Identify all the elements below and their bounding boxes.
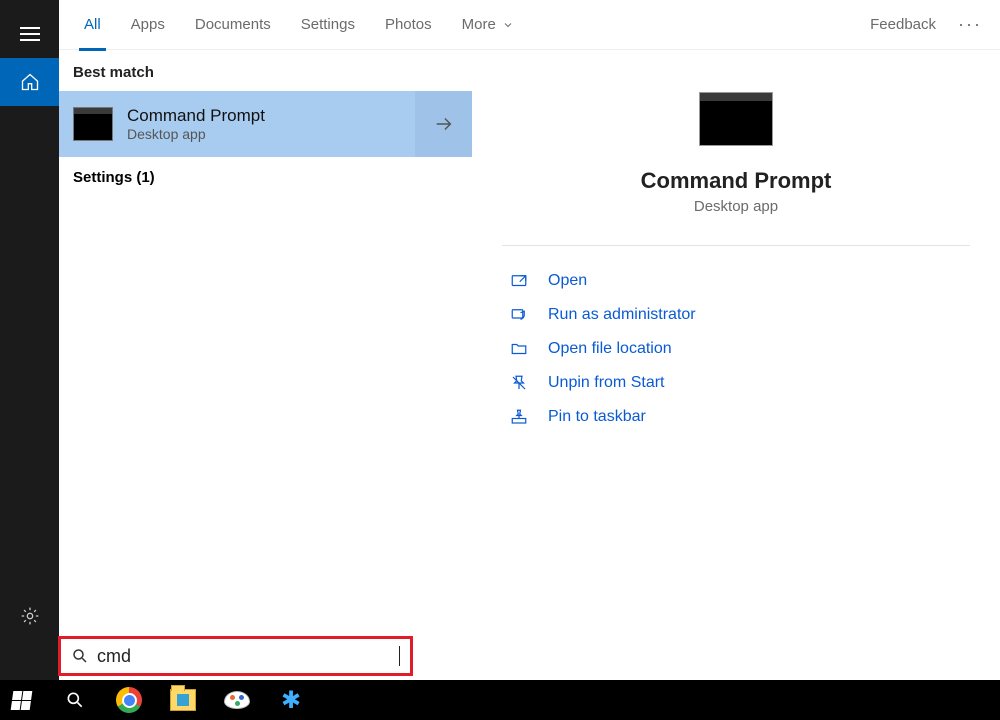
chevron-down-icon (502, 19, 514, 31)
search-icon (71, 647, 89, 665)
folder-icon (508, 340, 530, 358)
command-prompt-large-icon (699, 92, 773, 146)
details-subtitle: Desktop app (694, 198, 778, 215)
arrow-right-icon (433, 113, 455, 135)
taskbar-paint[interactable] (222, 685, 252, 715)
open-icon (508, 272, 530, 290)
result-row-command-prompt: Command Prompt Desktop app (59, 91, 472, 157)
actions-list: Open Run as administrator Open file loca… (502, 264, 970, 434)
tab-all[interactable]: All (69, 0, 116, 50)
result-subtitle: Desktop app (127, 126, 265, 142)
feedback-link[interactable]: Feedback (856, 16, 950, 33)
action-run-admin-label: Run as administrator (548, 306, 696, 324)
paint-palette-icon (224, 691, 250, 709)
search-input[interactable] (97, 646, 399, 667)
settings-group[interactable]: Settings (1) (59, 157, 472, 198)
windows-logo-icon (10, 691, 32, 710)
action-open-location[interactable]: Open file location (502, 332, 970, 366)
action-unpin-start-label: Unpin from Start (548, 374, 664, 392)
tab-more-label: More (462, 16, 496, 33)
action-pin-taskbar[interactable]: Pin to taskbar (502, 400, 970, 434)
tab-settings[interactable]: Settings (286, 0, 370, 50)
text-cursor (399, 646, 400, 666)
taskbar-chrome[interactable] (114, 685, 144, 715)
results-panel: Best match Command Prompt Desktop app Se… (59, 50, 472, 680)
gear-icon (20, 606, 40, 626)
tab-more[interactable]: More (447, 0, 529, 50)
command-prompt-icon (73, 107, 113, 141)
action-open-location-label: Open file location (548, 340, 672, 358)
chrome-icon (116, 687, 142, 713)
taskbar-app[interactable]: ✱ (276, 685, 306, 715)
best-match-header: Best match (59, 50, 472, 91)
action-pin-taskbar-label: Pin to taskbar (548, 408, 646, 426)
result-title: Command Prompt (127, 106, 265, 126)
action-unpin-start[interactable]: Unpin from Start (502, 366, 970, 400)
search-icon (65, 690, 85, 710)
tab-apps[interactable]: Apps (116, 0, 180, 50)
result-expand-button[interactable] (415, 91, 472, 157)
divider (502, 245, 970, 246)
search-box-highlight (58, 636, 413, 676)
result-item[interactable]: Command Prompt Desktop app (59, 91, 415, 157)
taskbar-file-explorer[interactable] (168, 685, 198, 715)
sidebar-settings-button[interactable] (0, 592, 59, 640)
file-explorer-icon (170, 689, 196, 711)
hamburger-icon (20, 27, 40, 41)
taskbar-search-button[interactable] (60, 685, 90, 715)
details-title: Command Prompt (641, 168, 832, 194)
search-sidebar (0, 0, 59, 680)
more-options-button[interactable]: ··· (950, 14, 990, 35)
start-button[interactable] (6, 685, 36, 715)
menu-button[interactable] (0, 10, 59, 58)
shield-icon (508, 306, 530, 324)
action-open[interactable]: Open (502, 264, 970, 298)
pin-icon (508, 408, 530, 426)
tab-documents[interactable]: Documents (180, 0, 286, 50)
snowflake-icon: ✱ (281, 686, 301, 715)
home-icon (20, 72, 40, 92)
action-open-label: Open (548, 272, 587, 290)
details-panel: Command Prompt Desktop app Open Run as a… (472, 50, 1000, 680)
home-button[interactable] (0, 58, 59, 106)
filter-tabs: All Apps Documents Settings Photos More … (59, 0, 1000, 50)
unpin-icon (508, 374, 530, 392)
action-run-admin[interactable]: Run as administrator (502, 298, 970, 332)
tab-photos[interactable]: Photos (370, 0, 447, 50)
taskbar: ✱ (0, 680, 1000, 720)
